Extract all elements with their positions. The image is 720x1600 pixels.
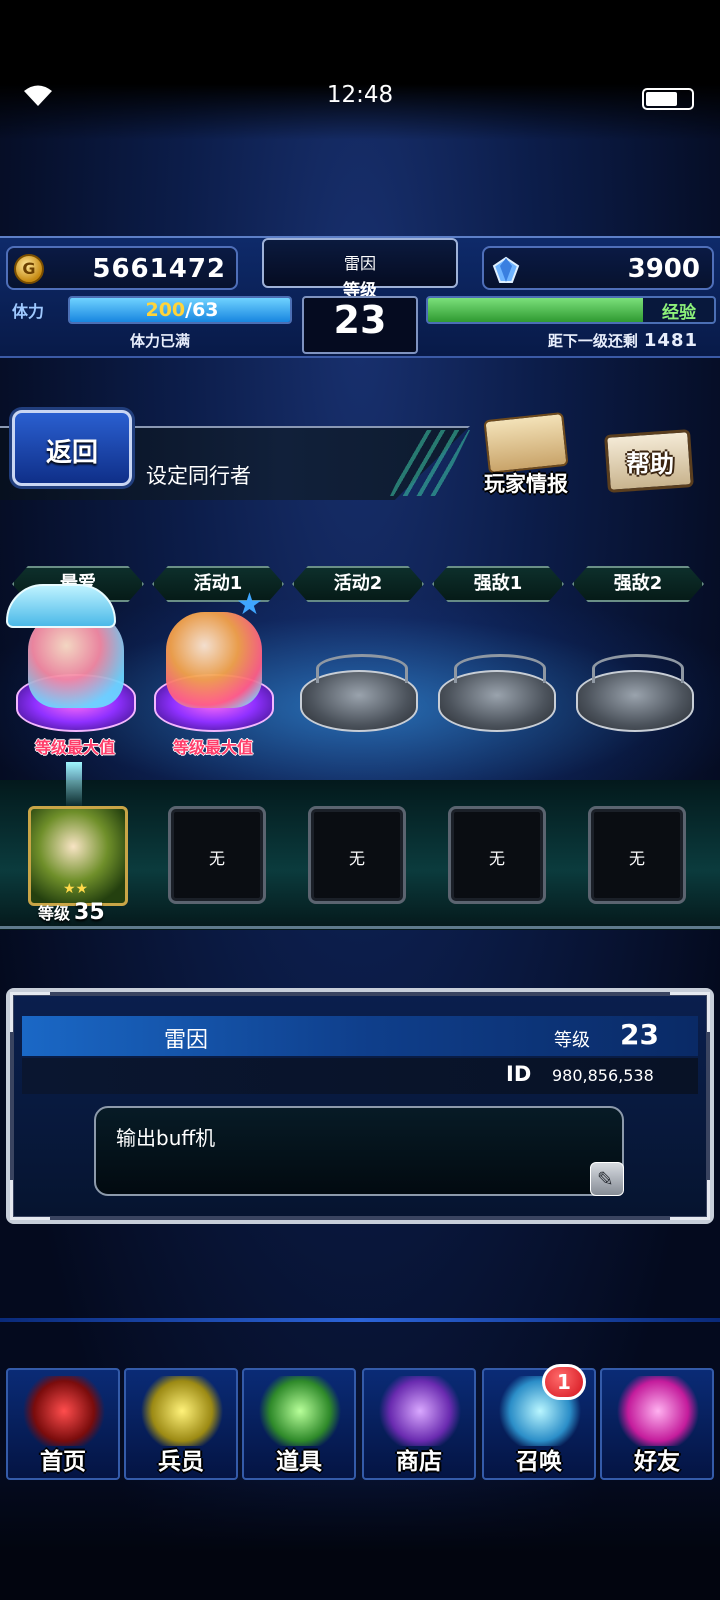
- quill-icon: ✎: [597, 1167, 614, 1191]
- profile-comment: 输出buff机: [116, 1126, 216, 1150]
- unit-slot-1[interactable]: 等级最大值: [6, 584, 138, 757]
- unit-slot-3[interactable]: [296, 604, 422, 740]
- gold-coin-icon: G: [14, 254, 44, 284]
- nav-friends-label: 好友: [634, 1449, 680, 1475]
- equip-level-label: 等级: [38, 904, 71, 923]
- link-beam: [66, 762, 82, 808]
- nav-items[interactable]: 道具: [242, 1368, 356, 1480]
- profile-comment-box: 输出buff机 ✎: [94, 1106, 624, 1196]
- profile-name-bar: [22, 1016, 698, 1056]
- profile-level-value: 23: [620, 1018, 659, 1051]
- shop-icon: [378, 1376, 462, 1446]
- player-info-button[interactable]: 玩家情报: [476, 411, 576, 502]
- empty-pedestal: [438, 654, 556, 732]
- stamina-max: /63: [185, 299, 219, 321]
- profile-id-label: ID: [506, 1062, 532, 1086]
- friends-icon: [616, 1376, 700, 1446]
- player-info-label: 玩家情报: [484, 472, 568, 496]
- page-title: 设定同行者: [146, 464, 251, 488]
- empty-slot-text: 无: [488, 849, 505, 868]
- exp-fill: [428, 298, 643, 322]
- nav-home-label: 首页: [40, 1449, 86, 1475]
- umbrella-icon: [6, 584, 116, 628]
- panel-corner-icon: [10, 1180, 50, 1220]
- edit-comment-button[interactable]: ✎: [590, 1162, 624, 1196]
- tab-boss-1[interactable]: 强敌1: [432, 566, 564, 602]
- profile-level-label: 等级: [554, 1030, 590, 1051]
- gem-value: 3900: [627, 254, 700, 284]
- stamina-text: 200/63: [70, 299, 290, 321]
- nav-home[interactable]: 首页: [6, 1368, 120, 1480]
- unit-portrait: [166, 612, 262, 708]
- star-icon: ★: [236, 587, 263, 622]
- battery-icon: [642, 88, 694, 110]
- potion-icon: [258, 1376, 342, 1446]
- nav-units[interactable]: 兵员: [124, 1368, 238, 1480]
- warrior-icon: [140, 1376, 224, 1446]
- gold-counter: G 5661472: [6, 246, 238, 290]
- nav-units-label: 兵员: [158, 1449, 204, 1475]
- player-name: 雷因: [343, 254, 376, 273]
- player-header: G 5661472 3900 雷因 等级 23 体力 200/63 体力已满 经…: [0, 236, 720, 358]
- empty-pedestal: [576, 654, 694, 732]
- clock: 12:48: [326, 82, 394, 108]
- rarity-stars-icon: ★★: [63, 881, 89, 897]
- nav-separator: [0, 1318, 720, 1322]
- unit-status: 等级最大值: [34, 738, 115, 757]
- equip-slot-1[interactable]: ★★: [28, 806, 128, 906]
- equip-level: 等级 35: [38, 900, 105, 925]
- nav-shop[interactable]: 商店: [362, 1368, 476, 1480]
- empty-slot-text: 无: [208, 849, 225, 868]
- nav-shop-label: 商店: [396, 1449, 442, 1475]
- gem-counter: 3900: [482, 246, 714, 290]
- help-button[interactable]: 帮助: [602, 426, 698, 496]
- help-label: 帮助: [626, 450, 674, 478]
- unit-status: 等级最大值: [172, 738, 253, 757]
- equip-slot-2[interactable]: 无: [168, 806, 266, 904]
- unit-slot-5[interactable]: [572, 604, 698, 740]
- back-button-label[interactable]: 返回: [12, 432, 132, 469]
- empty-slot-text: 无: [628, 849, 645, 868]
- unit-slot-4[interactable]: [434, 604, 560, 740]
- stamina-bar: 200/63: [68, 296, 292, 324]
- status-bar: 12:48: [0, 78, 720, 118]
- background-top-shade: [0, 0, 720, 140]
- panel-corner-icon: [670, 1180, 710, 1220]
- equip-slot-3[interactable]: 无: [308, 806, 406, 904]
- exp-label: 经验: [662, 303, 696, 323]
- unit-slot-2[interactable]: ★ 等级最大值: [150, 590, 276, 757]
- exp-next-label: 距下一级还剩: [547, 332, 638, 350]
- nav-summon-label: 召唤: [516, 1449, 562, 1475]
- exp-next-value: 1481: [643, 330, 698, 351]
- gem-icon: [492, 256, 520, 283]
- equip-level-value: 35: [74, 900, 105, 925]
- empty-slot-text: 无: [348, 849, 365, 868]
- tab-event-2[interactable]: 活动2: [292, 566, 424, 602]
- gold-value: 5661472: [92, 254, 226, 284]
- summon-badge: 1: [542, 1364, 586, 1400]
- tab-boss-2[interactable]: 强敌2: [572, 566, 704, 602]
- stamina-status: 体力已满: [130, 332, 191, 350]
- profile-id-value: 980,856,538: [552, 1066, 654, 1085]
- equip-divider: [0, 926, 720, 929]
- equip-slot-5[interactable]: 无: [588, 806, 686, 904]
- nav-items-label: 道具: [276, 1449, 322, 1475]
- player-info-icon: [483, 411, 569, 475]
- nav-friends[interactable]: 好友: [600, 1368, 714, 1480]
- empty-pedestal: [300, 654, 418, 732]
- stamina-label: 体力: [12, 302, 45, 321]
- equip-slot-4[interactable]: 无: [448, 806, 546, 904]
- profile-name: 雷因: [164, 1028, 209, 1053]
- stamina-current: 200: [145, 299, 186, 321]
- background-bottom-shade: [0, 1480, 720, 1600]
- swords-icon: [22, 1376, 106, 1446]
- exp-next: 距下一级还剩 1481: [548, 330, 698, 351]
